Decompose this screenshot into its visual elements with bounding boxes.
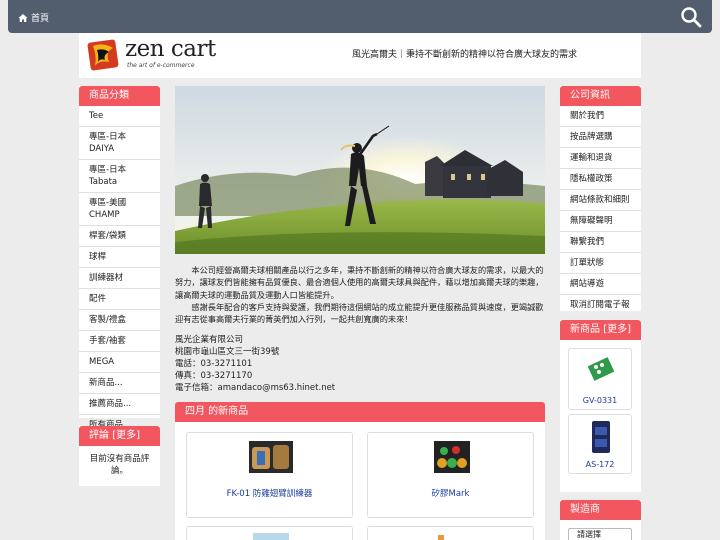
intro-paragraph-2: 感謝長年配合的客戶支持與愛護，我們期待這個網站的成立能提升更佳服務品質與速度，更… xyxy=(175,301,544,325)
site-header: zen cart the art of e-commerce 風光高爾夫｜秉持不… xyxy=(79,33,641,78)
info-link[interactable]: 網站導遊 xyxy=(560,274,641,295)
categories-box: 商品分類 Tee 專區-日本DAIYA 專區-日本Tabata 專區-美國CHA… xyxy=(79,86,160,430)
reviews-empty-text: 目前沒有商品評論。 xyxy=(89,454,150,476)
home-link[interactable]: 首頁 xyxy=(18,11,49,24)
info-link[interactable]: 網站條款和細則 xyxy=(560,190,641,211)
reviews-more-link[interactable]: [更多] xyxy=(112,430,140,441)
reviews-box: 評論 [更多] 目前沒有商品評論。 xyxy=(79,426,160,486)
site-logo[interactable]: zen cart the art of e-commerce xyxy=(87,36,237,76)
category-item[interactable]: MEGA xyxy=(79,352,160,373)
manufacturers-title: 製造商 xyxy=(560,500,641,520)
info-title: 公司資訊 xyxy=(560,86,641,106)
product-name[interactable]: 矽膠Mark xyxy=(368,487,533,499)
logo-subtitle: the art of e-commerce xyxy=(127,62,195,69)
product-name[interactable]: FK-01 防雞翅臂訓練器 xyxy=(187,487,352,499)
home-icon xyxy=(18,13,28,22)
contact-fax: 傳真：03-3271170 xyxy=(175,371,253,381)
contact-phone: 電話：03-3271101 xyxy=(175,359,253,369)
category-item[interactable]: 專區-美國CHAMP xyxy=(79,193,160,226)
monthly-new-title: 四月 的新商品 xyxy=(175,402,545,422)
main-content: 本公司經營高爾夫球相關產品以行之多年，秉持不斷創新的精神以符合廣大球友的需求，以… xyxy=(175,86,545,540)
contact-email: 電子信箱：amandaco@ms63.hinet.net xyxy=(175,383,336,393)
hero-golf-image xyxy=(175,86,545,254)
side-new-header: 新商品 [更多] xyxy=(560,320,641,340)
info-link[interactable]: 運輸和退貨 xyxy=(560,148,641,169)
info-box: 公司資訊 關於我們 按品牌選購 運輸和退貨 隱私權政策 網站條款和細則 無障礙聲… xyxy=(560,86,641,311)
product-card[interactable]: FK-01 防雞翅臂訓練器 xyxy=(186,432,353,518)
reviews-title: 評論 xyxy=(89,430,109,441)
category-item[interactable]: 專區-日本DAIYA xyxy=(79,127,160,160)
side-product-name[interactable]: AS-172 xyxy=(569,460,631,469)
product-thumbnail[interactable] xyxy=(438,535,444,540)
side-new-title: 新商品 xyxy=(570,324,600,335)
side-new-products-box: 新商品 [更多] GV-0331 AS-172 xyxy=(560,320,641,492)
contact-address: 桃園市龜山區文三一街39號 xyxy=(175,347,280,357)
intro-paragraph-1: 本公司經營高爾夫球相關產品以行之多年，秉持不斷創新的精神以符合廣大球友的需求，以… xyxy=(175,265,544,300)
category-item[interactable]: 專區-日本Tabata xyxy=(79,160,160,193)
info-link[interactable]: 無障礙聲明 xyxy=(560,211,641,232)
info-link[interactable]: 聯繫我們 xyxy=(560,232,641,253)
product-thumbnail[interactable] xyxy=(434,441,470,473)
side-new-more-link[interactable]: [更多] xyxy=(603,324,631,335)
product-thumbnail[interactable] xyxy=(590,421,612,453)
monthly-new-products: FK-01 防雞翅臂訓練器 矽膠Mark xyxy=(175,422,545,540)
side-product-name[interactable]: GV-0331 xyxy=(569,396,631,405)
contact-info: 風光企業有限公司 桃園市龜山區文三一街39號 電話：03-3271101 傳真：… xyxy=(175,334,335,394)
categories-title: 商品分類 xyxy=(79,86,160,106)
product-card[interactable] xyxy=(186,526,353,540)
side-product-card[interactable]: GV-0331 xyxy=(568,348,632,410)
category-item[interactable]: 桿套/袋類 xyxy=(79,226,160,247)
product-card[interactable]: 矽膠Mark xyxy=(367,432,534,518)
home-label: 首頁 xyxy=(31,14,50,24)
top-nav-bar: 首頁 xyxy=(8,0,712,33)
info-link[interactable]: 按品牌選購 xyxy=(560,127,641,148)
category-item[interactable]: 訓練器材 xyxy=(79,268,160,289)
reviews-header: 評論 [更多] xyxy=(79,426,160,446)
contact-company: 風光企業有限公司 xyxy=(175,335,244,345)
category-item[interactable]: 手套/袖套 xyxy=(79,331,160,352)
category-item[interactable]: 球桿 xyxy=(79,247,160,268)
info-link[interactable]: 訂單狀態 xyxy=(560,253,641,274)
product-thumbnail[interactable] xyxy=(253,533,289,540)
info-link[interactable]: 隱私權政策 xyxy=(560,169,641,190)
logo-emblem-icon xyxy=(87,39,119,71)
logo-text: zen cart xyxy=(125,36,216,62)
category-item[interactable]: Tee xyxy=(79,106,160,127)
manufacturers-box: 製造商 請選擇 xyxy=(560,500,641,540)
manufacturer-select[interactable]: 請選擇 xyxy=(568,528,632,540)
category-item[interactable]: 推薦商品... xyxy=(79,394,160,415)
info-link[interactable]: 取消訂閱電子報 xyxy=(560,295,641,315)
product-thumbnail[interactable] xyxy=(588,357,614,381)
product-thumbnail[interactable] xyxy=(249,441,293,473)
category-item[interactable]: 客製/禮盒 xyxy=(79,310,160,331)
side-product-card[interactable]: AS-172 xyxy=(568,414,632,474)
info-link[interactable]: 關於我們 xyxy=(560,106,641,127)
category-item[interactable]: 新商品... xyxy=(79,373,160,394)
search-icon[interactable] xyxy=(680,6,702,28)
site-tagline: 風光高爾夫｜秉持不斷創新的精神以符合廣大球友的需求 xyxy=(352,50,578,60)
product-card[interactable] xyxy=(367,526,534,540)
intro-text: 本公司經營高爾夫球相關產品以行之多年，秉持不斷創新的精神以符合廣大球友的需求，以… xyxy=(175,264,545,325)
category-item[interactable]: 配件 xyxy=(79,289,160,310)
